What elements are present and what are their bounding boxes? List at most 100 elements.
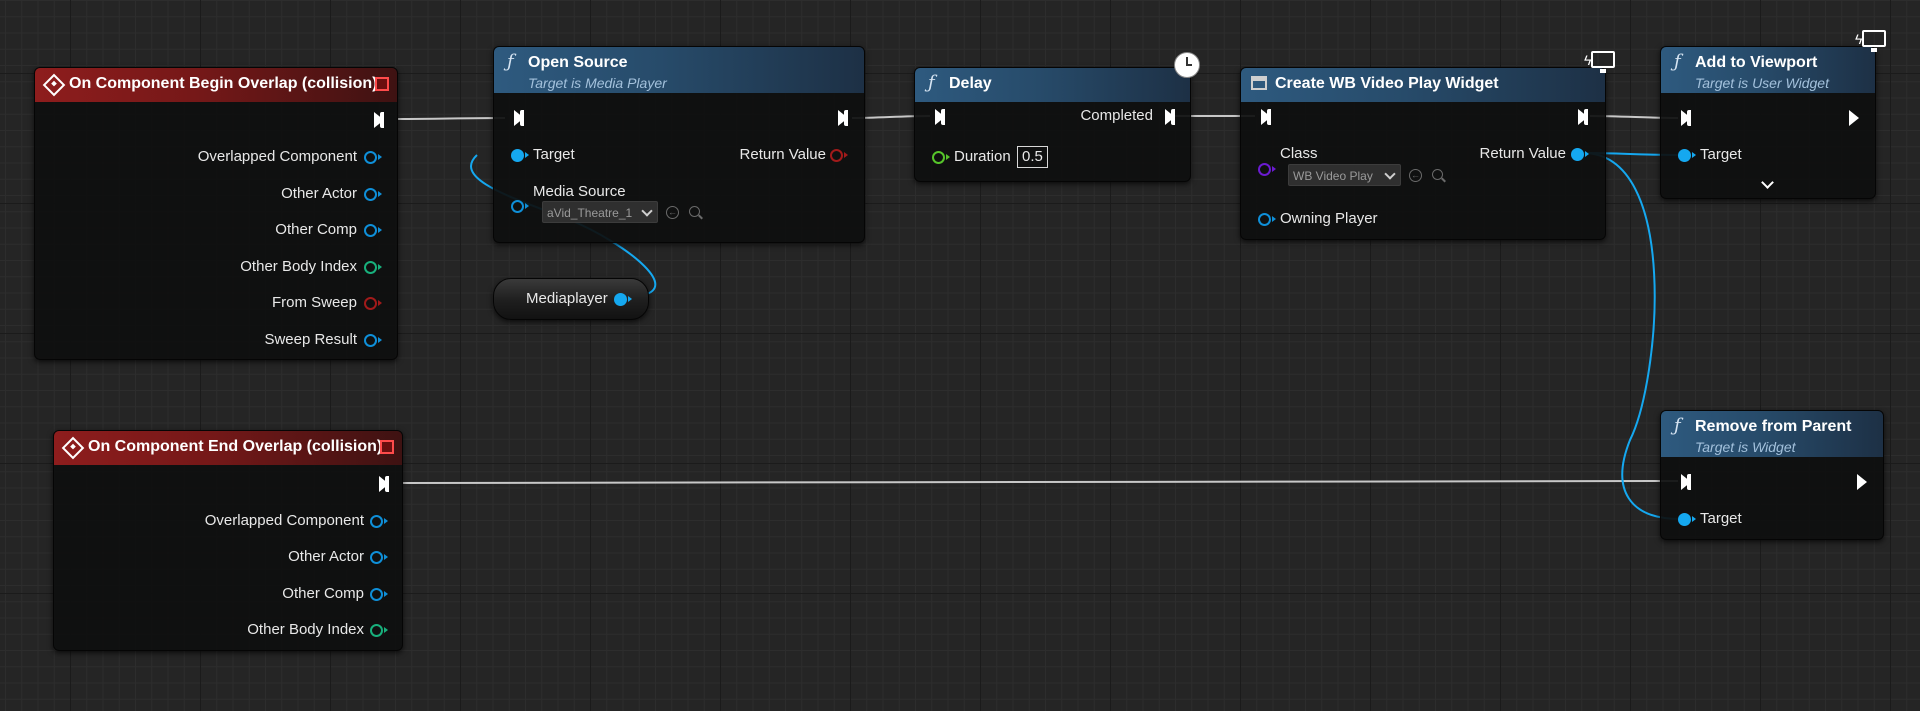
browse-search-icon[interactable] [1432,169,1443,180]
pin-from-sweep[interactable] [364,297,382,310]
pin-label-media-source: Media Source [533,183,626,200]
exec-out-pin[interactable] [1857,474,1867,490]
node-create-widget[interactable]: Create WB Video Play Widget Class WB Vid… [1240,67,1606,240]
client-only-monitor-icon [1862,30,1886,52]
function-icon: ƒ [928,72,935,93]
chevron-down-icon [641,205,653,217]
pin-mediaplayer-out[interactable] [614,293,632,306]
pin-target[interactable] [1678,513,1696,526]
pin-other-body-index[interactable] [370,624,388,637]
node-end-overlap[interactable]: On Component End Overlap (collision) Ove… [53,430,403,651]
node-subtitle: Target is Media Player [528,75,667,91]
node-title: Remove from Parent [1695,418,1852,435]
node-title: On Component End Overlap (collision) [88,438,383,455]
pin-overlapped-component[interactable] [364,151,382,164]
exec-out-pin[interactable] [838,110,848,126]
node-title: Add to Viewport [1695,54,1818,71]
exec-wire-end-to-remove [402,480,1679,484]
node-title: Create WB Video Play Widget [1275,75,1499,92]
pin-class[interactable] [1258,163,1276,176]
node-header: ƒ Open Source Target is Media Player [494,47,864,93]
pin-other-body-index[interactable] [364,261,382,274]
pin-target[interactable] [511,149,529,162]
node-add-to-viewport[interactable]: ƒ Add to Viewport Target is User Widget … [1660,46,1876,199]
pin-label-class: Class [1280,145,1318,162]
delegate-pin-icon[interactable] [380,440,394,454]
node-header: ƒ Delay [915,68,1190,102]
node-header: On Component End Overlap (collision) [54,431,402,465]
exec-wire-begin-to-open [396,117,506,120]
node-open-source[interactable]: ƒ Open Source Target is Media Player Tar… [493,46,865,243]
exec-out-pin[interactable] [379,476,389,492]
pin-sweep-result[interactable] [364,334,382,347]
pin-other-comp[interactable] [370,588,388,601]
use-selected-arrow-icon[interactable]: ← [666,206,679,219]
pin-duration[interactable] [932,151,950,164]
function-icon: ƒ [1674,415,1681,436]
browse-search-icon[interactable] [689,206,700,217]
node-title: Delay [949,75,992,92]
pin-label-return-value: Return Value [739,146,826,163]
exec-in-pin[interactable] [1261,109,1271,125]
pin-label-from-sweep: From Sweep [271,294,357,311]
node-header: On Component Begin Overlap (collision) [35,68,397,102]
node-header: ƒ Add to Viewport Target is User Widget [1661,47,1875,93]
node-subtitle: Target is Widget [1695,439,1796,455]
pin-label-other-body-index: Other Body Index [247,621,364,638]
media-source-dropdown[interactable]: aVid_Theatre_1 [542,201,658,223]
pin-owning-player[interactable] [1258,213,1276,226]
widget-icon [1251,76,1267,90]
exec-out-pin[interactable] [374,112,384,128]
pin-label-owning-player: Owning Player [1280,210,1378,227]
node-mediaplayer-variable[interactable]: Mediaplayer [493,278,649,320]
pin-label-overlapped-component: Overlapped Component [197,148,357,165]
pin-label-duration: Duration [954,148,1011,165]
pin-other-comp[interactable] [364,224,382,237]
node-title: Open Source [528,54,628,71]
node-header: Create WB Video Play Widget [1241,68,1605,102]
pin-label-target: Target [1700,146,1742,163]
pin-label-return-value: Return Value [1479,145,1566,162]
pin-return-value[interactable] [830,149,848,162]
pin-label-other-actor: Other Actor [288,548,364,565]
exec-out-pin[interactable] [1578,109,1588,125]
exec-in-pin[interactable] [1681,474,1691,490]
delegate-pin-icon[interactable] [375,77,389,91]
event-icon [42,73,66,97]
pin-label-other-comp: Other Comp [282,585,364,602]
latent-clock-icon [1174,52,1200,78]
pin-label-other-comp: Other Comp [275,221,357,238]
pin-label-other-actor: Other Actor [281,185,357,202]
pin-return-value[interactable] [1571,148,1589,161]
exec-in-pin[interactable] [1681,110,1691,126]
pin-label-overlapped-component: Overlapped Component [204,512,364,529]
function-icon: ƒ [507,51,514,72]
pin-target[interactable] [1678,149,1696,162]
pin-media-source[interactable] [511,200,529,213]
exec-out-completed-pin[interactable] [1165,109,1175,125]
node-delay[interactable]: ƒ Delay Completed Duration 0.5 [914,67,1191,182]
pin-overlapped-component[interactable] [370,515,388,528]
pin-label-sweep-result: Sweep Result [264,331,357,348]
class-value: WB Video Play [1293,169,1373,183]
event-icon [61,436,85,460]
use-selected-arrow-icon[interactable]: ← [1409,169,1422,182]
pin-other-actor[interactable] [364,188,382,201]
pin-label-completed: Completed [1080,107,1153,124]
node-title: On Component Begin Overlap (collision) [69,75,378,92]
node-header: ƒ Remove from Parent Target is Widget [1661,411,1883,457]
exec-in-pin[interactable] [935,109,945,125]
function-icon: ƒ [1674,51,1681,72]
pin-other-actor[interactable] [370,551,388,564]
expand-advanced-icon[interactable] [1761,176,1774,189]
node-remove-from-parent[interactable]: ƒ Remove from Parent Target is Widget Ta… [1660,410,1884,540]
class-dropdown[interactable]: WB Video Play [1288,164,1401,186]
exec-out-pin[interactable] [1849,110,1859,126]
duration-input[interactable]: 0.5 [1017,146,1048,168]
chevron-down-icon [1384,168,1396,180]
node-begin-overlap[interactable]: On Component Begin Overlap (collision) O… [34,67,398,360]
exec-in-pin[interactable] [514,110,524,126]
media-source-value: aVid_Theatre_1 [547,206,633,220]
pin-label-target: Target [1700,510,1742,527]
variable-label: Mediaplayer [526,290,608,307]
